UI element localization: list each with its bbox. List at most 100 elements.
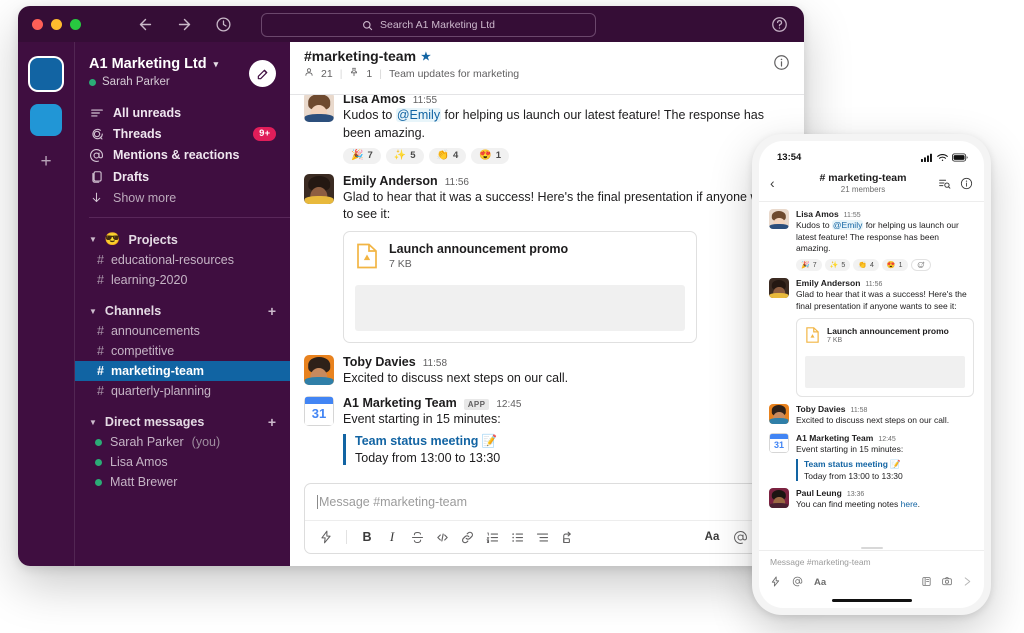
mobile-composer-placeholder[interactable]: Message #marketing-team	[770, 557, 973, 567]
add-workspace-button[interactable]: +	[40, 152, 51, 171]
link-icon[interactable]	[456, 527, 478, 547]
reaction-pill[interactable]: 🎉 7	[796, 259, 822, 272]
compose-message-button[interactable]	[249, 60, 276, 87]
event-title-row[interactable]: Team status meeting 📝	[355, 434, 790, 449]
sidebar-channel-quarterly-planning[interactable]: # quarterly-planning	[75, 381, 290, 401]
mobile-message-list[interactable]: Lisa Amos 11:55 Kudos to @Emily for help…	[759, 202, 984, 550]
avatar[interactable]	[304, 355, 334, 385]
file-name[interactable]: Launch announcement promo	[389, 242, 568, 256]
event-title-row[interactable]: Team status meeting 📝	[804, 459, 974, 470]
close-window-button[interactable]	[32, 18, 43, 30]
minimize-window-button[interactable]	[51, 18, 62, 30]
snippet-icon[interactable]	[556, 527, 578, 547]
sidebar-dm-sarah-parker[interactable]: Sarah Parker (you)	[75, 432, 290, 452]
avatar[interactable]	[769, 403, 789, 424]
bulleted-list-icon[interactable]	[506, 527, 528, 547]
star-icon[interactable]: ★	[421, 50, 431, 63]
add-reaction-icon[interactable]	[910, 259, 931, 272]
workspace-name-row[interactable]: A1 Marketing Ltd ▾	[89, 56, 276, 72]
strikethrough-icon[interactable]	[406, 527, 428, 547]
send-icon[interactable]	[962, 574, 973, 592]
mobile-title-wrap[interactable]: # marketing-team 21 members	[788, 172, 938, 194]
message-link[interactable]: here	[901, 499, 918, 509]
maximize-window-button[interactable]	[70, 18, 81, 30]
help-circle-icon[interactable]	[771, 16, 788, 33]
avatar-app[interactable]: 31	[304, 395, 334, 426]
message-list[interactable]: Lisa Amos 11:55 Kudos to @Emily for help…	[290, 95, 804, 477]
reaction-pill[interactable]: 😍 1	[881, 259, 908, 272]
reaction-pill[interactable]: 👏 4	[428, 147, 467, 164]
caret-down-icon[interactable]: ▼	[89, 418, 97, 427]
info-icon[interactable]	[773, 54, 790, 71]
text-format-icon[interactable]: Aa	[814, 577, 826, 588]
camera-icon[interactable]	[941, 574, 953, 592]
window-controls[interactable]	[32, 18, 81, 30]
channel-topic[interactable]: Team updates for marketing	[389, 68, 519, 80]
sidebar-channel-competitive[interactable]: # competitive	[75, 341, 290, 361]
caret-down-icon[interactable]: ▼	[89, 235, 97, 244]
avatar[interactable]	[769, 209, 789, 229]
channel-title-row[interactable]: #marketing-team ★	[304, 48, 790, 64]
channel-search-icon[interactable]	[938, 177, 951, 190]
avatar[interactable]	[304, 476, 334, 477]
caret-down-icon[interactable]: ▼	[89, 307, 97, 316]
event-attachment[interactable]: Team status meeting 📝 Today from 13:00 t…	[796, 459, 974, 482]
arrow-left-icon[interactable]	[137, 16, 154, 33]
sidebar-item-all-unreads[interactable]: All unreads	[75, 102, 290, 123]
search-input[interactable]: Search A1 Marketing Ltd	[261, 13, 596, 37]
message-author[interactable]: Paul Leung	[796, 488, 842, 498]
message-author[interactable]: Toby Davies	[796, 404, 845, 414]
section-header-projects[interactable]: ▼ 😎 Projects	[75, 229, 290, 250]
sidebar-channel-marketing-team[interactable]: # marketing-team	[75, 361, 290, 381]
avatar[interactable]	[304, 95, 334, 122]
message-input[interactable]: Message #marketing-team	[305, 484, 789, 521]
section-header-channels[interactable]: ▼ Channels +	[75, 301, 290, 321]
avatar[interactable]	[769, 278, 789, 299]
mobile-composer[interactable]: Message #marketing-team Aa	[759, 546, 984, 609]
message-author[interactable]: Toby Davies	[343, 355, 416, 369]
message-composer[interactable]: Message #marketing-team B I Aa	[304, 483, 790, 554]
sidebar-dm-lisa-amos[interactable]: Lisa Amos	[75, 452, 290, 472]
message-author[interactable]: Lisa Amos	[343, 95, 406, 106]
file-preview[interactable]	[805, 355, 965, 388]
lightning-icon[interactable]	[770, 574, 781, 592]
mention-icon[interactable]	[792, 574, 803, 592]
reaction-pill[interactable]: 👏 4	[853, 259, 879, 272]
message-author[interactable]: Paul Leung	[343, 477, 410, 478]
message-author[interactable]: Emily Anderson	[796, 278, 860, 288]
italic-icon[interactable]: I	[381, 527, 403, 547]
lightning-icon[interactable]	[315, 527, 337, 547]
sidebar-item-mentions[interactable]: Mentions & reactions	[75, 144, 290, 166]
add-channel-button[interactable]: +	[268, 304, 276, 318]
mention-chip[interactable]: @Emily	[831, 220, 864, 230]
message-author[interactable]: A1 Marketing Team	[796, 433, 873, 443]
clock-icon[interactable]	[215, 16, 232, 33]
workspace-switcher-second[interactable]	[30, 104, 62, 136]
file-attachment-card[interactable]: Launch announcement promo 7 KB	[796, 317, 974, 397]
reaction-pill[interactable]: 🎉 7	[343, 147, 381, 164]
sidebar-item-threads[interactable]: Threads 9+	[75, 123, 290, 144]
info-icon[interactable]	[960, 177, 973, 190]
mention-chip[interactable]: @Emily	[395, 108, 442, 122]
avatar[interactable]	[304, 173, 334, 204]
workspace-switcher-a1[interactable]	[30, 58, 62, 90]
attachment-icon[interactable]	[921, 574, 932, 592]
add-dm-button[interactable]: +	[268, 415, 276, 429]
sidebar-item-drafts[interactable]: Drafts	[75, 166, 290, 187]
chevron-down-icon[interactable]: ▾	[214, 59, 219, 70]
section-header-dms[interactable]: ▼ Direct messages +	[75, 412, 290, 432]
drag-handle[interactable]	[860, 546, 883, 549]
file-preview[interactable]	[355, 285, 685, 331]
reaction-pill[interactable]: ✨ 5	[385, 147, 424, 164]
sidebar-channel-educational-resources[interactable]: # educational-resources	[75, 250, 290, 270]
file-name[interactable]: Launch announcement promo	[827, 326, 949, 336]
sidebar-dm-matt-brewer[interactable]: Matt Brewer	[75, 472, 290, 492]
message-author[interactable]: Emily Anderson	[343, 174, 438, 188]
sidebar-item-show-more[interactable]: Show more	[75, 187, 290, 208]
code-icon[interactable]	[431, 527, 453, 547]
chevron-left-icon[interactable]: ‹	[770, 175, 788, 191]
file-attachment-card[interactable]: Launch announcement promo 7 KB	[343, 231, 697, 343]
sidebar-channel-announcements[interactable]: # announcements	[75, 321, 290, 341]
message-author[interactable]: A1 Marketing Team	[343, 396, 457, 410]
mention-icon[interactable]	[729, 527, 751, 547]
